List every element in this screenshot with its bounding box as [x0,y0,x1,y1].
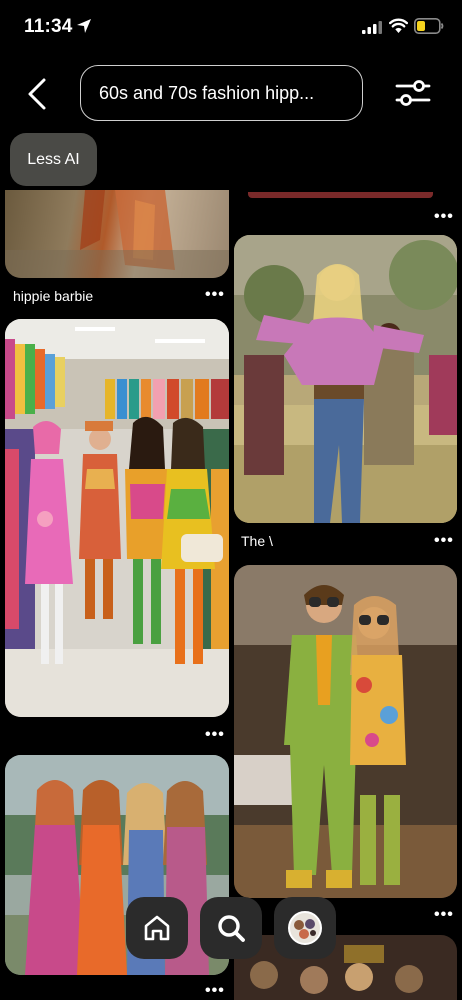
pin-image-hippie-dancer[interactable] [234,235,457,523]
pin-image-four-women[interactable] [5,755,229,975]
nav-search-button[interactable] [200,897,262,959]
status-time: 11:34 [24,16,73,37]
pin-image-left-top[interactable] [5,190,229,278]
search-query-text: 60s and 70s fashion hipp... [99,82,315,103]
pin-title-hippie-dancer: The \ [241,533,273,549]
more-dots-icon[interactable]: ••• [434,907,454,923]
status-bar: 11:34 [0,0,462,56]
back-chevron-icon[interactable] [22,76,54,112]
pin-image-store[interactable] [5,319,229,717]
nav-profile-button[interactable] [274,897,336,959]
home-icon [144,915,170,941]
more-dots-icon[interactable]: ••• [434,209,454,225]
more-dots-icon[interactable]: ••• [205,983,225,999]
search-header: 60s and 70s fashion hipp... [0,64,462,122]
pin-image-right-bottom[interactable] [234,935,457,1000]
more-dots-icon[interactable]: ••• [205,727,225,743]
location-arrow-icon [77,19,91,33]
wifi-icon [389,18,408,33]
pin-title-left-top: hippie barbie [13,288,94,304]
pin-image-right-top[interactable] [248,192,433,198]
more-dots-icon[interactable]: ••• [205,287,225,303]
cellular-signal-icon [362,21,382,34]
filter-sliders-icon[interactable] [394,78,432,108]
more-dots-icon[interactable]: ••• [434,533,454,549]
battery-icon [414,18,444,34]
less-ai-chip[interactable]: Less AI [10,133,97,186]
profile-avatar-icon [288,911,322,945]
nav-home-button[interactable] [126,897,188,959]
search-icon [218,915,245,942]
pin-image-couple[interactable] [234,565,457,898]
search-input[interactable]: 60s and 70s fashion hipp... [80,65,363,121]
